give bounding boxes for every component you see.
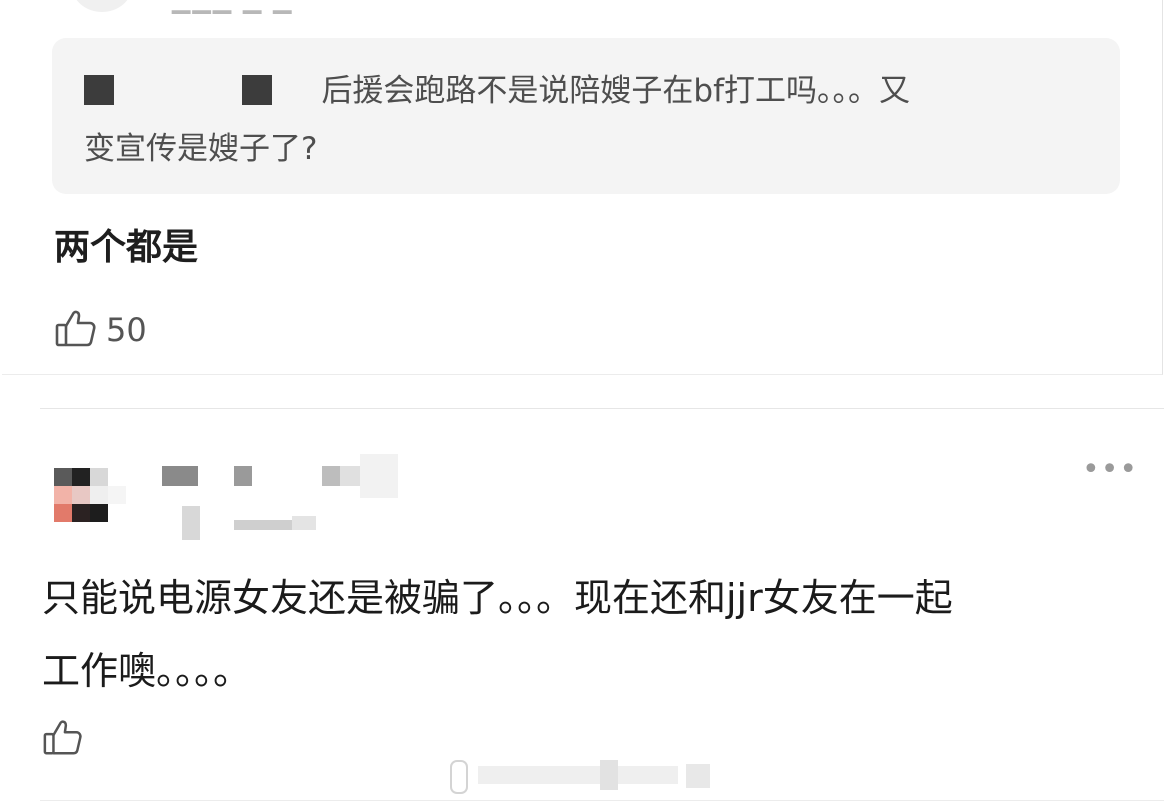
comment-text-line1: 只能说电源女友还是被骗了。。。现在还和jjr女友在一起 bbox=[42, 576, 953, 620]
more-icon[interactable]: ••• bbox=[1082, 455, 1138, 485]
comment-text-line2: 工作噢。。。。 bbox=[42, 649, 252, 693]
like-button[interactable] bbox=[42, 716, 84, 762]
reply-card: ▁▁▁ ▁ ▁ 后援会跑路不是说陪嫂子在bf打工吗。。。又 变宣传是嫂子了? 两… bbox=[2, 0, 1163, 375]
divider bbox=[40, 800, 1164, 801]
quoted-comment[interactable]: 后援会跑路不是说陪嫂子在bf打工吗。。。又 变宣传是嫂子了? bbox=[52, 38, 1120, 194]
divider bbox=[40, 408, 1164, 409]
thumbs-up-icon bbox=[54, 306, 98, 354]
redacted-block bbox=[84, 75, 114, 105]
like-count: 50 bbox=[106, 311, 147, 349]
thumbs-up-icon bbox=[42, 716, 84, 762]
comment-text: 只能说电源女友还是被骗了。。。现在还和jjr女友在一起 工作噢。。。。 bbox=[42, 562, 1132, 708]
avatar[interactable] bbox=[54, 468, 126, 540]
quoted-text-line1: 后援会跑路不是说陪嫂子在bf打工吗。。。又 bbox=[321, 73, 911, 109]
reply-text: 两个都是 bbox=[54, 227, 199, 268]
quoted-comment-text: 后援会跑路不是说陪嫂子在bf打工吗。。。又 变宣传是嫂子了? bbox=[84, 62, 1084, 178]
reply-meta-cropped: ▁▁▁ ▁ ▁ bbox=[172, 0, 294, 14]
redacted-block bbox=[241, 75, 272, 105]
like-button[interactable]: 50 bbox=[54, 306, 147, 354]
avatar[interactable] bbox=[72, 0, 132, 12]
quoted-text-line2: 变宣传是嫂子了? bbox=[84, 131, 318, 167]
